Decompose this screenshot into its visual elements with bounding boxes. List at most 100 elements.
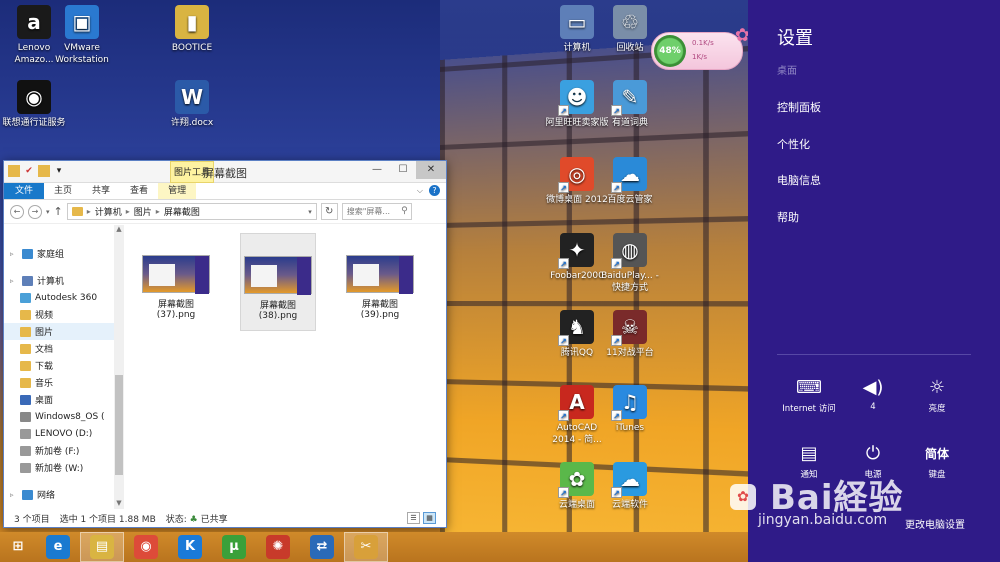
paint-icon: ✂ bbox=[354, 535, 378, 559]
maximize-button[interactable]: ☐ bbox=[390, 161, 416, 179]
desktop-icon[interactable]: ◉ 联想通行证服务 bbox=[2, 80, 66, 129]
shortcut-arrow-icon: ↗ bbox=[558, 410, 569, 421]
nav-item[interactable]: 视频 bbox=[4, 306, 124, 323]
breadcrumb-screenshots[interactable]: 屏幕截图 bbox=[164, 205, 200, 218]
close-button[interactable]: ✕ bbox=[416, 161, 446, 179]
nav-item[interactable]: 新加卷 (F:) bbox=[4, 442, 124, 459]
title-bar[interactable]: ✔ ▾ 图片工具 屏幕截图 — ☐ ✕ bbox=[4, 161, 446, 183]
volume-icon: ◀) bbox=[862, 377, 884, 398]
taskbar-button[interactable]: ✂ bbox=[344, 532, 388, 562]
desktop-icon-label: Lenovo Amazo... bbox=[14, 43, 54, 65]
tab-manage[interactable]: 管理 bbox=[158, 183, 197, 199]
desktop-icon[interactable]: ▣ VMware Workstation bbox=[50, 5, 114, 66]
scroll-thumb[interactable] bbox=[115, 375, 123, 475]
refresh-button[interactable]: ↻ bbox=[320, 203, 338, 220]
tile-internet-access[interactable]: ⌨ Internet 访问 bbox=[774, 376, 844, 414]
nav-item[interactable]: Windows8_OS ( bbox=[4, 408, 124, 425]
tile-keyboard[interactable]: 简体 键盘 bbox=[902, 442, 972, 480]
taskbar-button[interactable]: ✺ bbox=[256, 532, 300, 562]
tab-view[interactable]: 查看 bbox=[120, 183, 158, 199]
nav-item[interactable]: 文档 bbox=[4, 340, 124, 357]
navigation-pane[interactable]: ▹ 家庭组 ▹ 计算机 Autodesk 360 视频 图片 文档 下载 音乐 桌面 Windows8… bbox=[4, 225, 124, 509]
file-item-selected[interactable]: 屏幕截图 (38).png bbox=[240, 233, 316, 331]
charm-title: 设置 bbox=[777, 28, 813, 49]
link-pc-info[interactable]: 电脑信息 bbox=[777, 172, 821, 188]
address-dropdown-icon[interactable]: ▾ bbox=[308, 208, 312, 216]
nav-item[interactable]: LENOVO (D:) bbox=[4, 425, 124, 442]
file-list[interactable]: 屏幕截图 (37).png 屏幕截图 (38).png 屏幕截图 (39).pn… bbox=[124, 225, 446, 509]
link-help[interactable]: 帮助 bbox=[777, 209, 799, 225]
taskbar-button[interactable]: ▤ bbox=[80, 532, 124, 562]
nav-item[interactable]: ▹ 网络 bbox=[4, 486, 124, 503]
desktop-icon[interactable]: ▮ BOOTICE bbox=[160, 5, 224, 54]
help-icon[interactable]: ? bbox=[429, 185, 440, 196]
desktop-icon[interactable]: ♫ ↗ iTunes bbox=[598, 385, 662, 434]
nav-item[interactable]: 音乐 bbox=[4, 374, 124, 391]
taskbar-button[interactable]: ◉ bbox=[124, 532, 168, 562]
taskbar-button[interactable]: µ bbox=[212, 532, 256, 562]
tile-power[interactable]: ⏻ 电源 bbox=[838, 442, 908, 480]
desktop-icon-label: 腾讯QQ bbox=[560, 348, 594, 358]
scroll-up-icon[interactable]: ▲ bbox=[114, 225, 124, 235]
tile-notifications[interactable]: ▤ 通知 bbox=[774, 442, 844, 480]
taskbar-button[interactable]: ⊞ bbox=[0, 532, 36, 562]
desktop-icon[interactable]: W 许翔.docx bbox=[160, 80, 224, 129]
network-icon bbox=[22, 489, 33, 500]
desktop-icon[interactable]: ☁ ↗ 百度云管家 bbox=[598, 157, 662, 206]
taskbar-button[interactable]: K bbox=[168, 532, 212, 562]
nav-item[interactable]: ▹ 计算机 bbox=[4, 272, 124, 289]
file-item[interactable]: 屏幕截图 (39).png bbox=[342, 233, 418, 331]
recent-locations-icon[interactable]: ▾ bbox=[46, 208, 50, 216]
nav-item[interactable]: Autodesk 360 bbox=[4, 289, 124, 306]
details-view-button[interactable]: ☰ bbox=[407, 512, 420, 524]
desktop-icon-label: 联想通行证服务 bbox=[2, 118, 66, 128]
pictures-folder-icon bbox=[20, 326, 31, 337]
shortcut-arrow-icon: ↗ bbox=[558, 182, 569, 193]
nav-item[interactable]: ▹ 家庭组 bbox=[4, 245, 124, 262]
change-pc-settings-link[interactable]: 更改电脑设置 bbox=[905, 516, 965, 531]
documents-folder-icon bbox=[20, 343, 31, 354]
nav-scrollbar[interactable]: ▲ ▼ bbox=[114, 225, 124, 509]
address-bar[interactable]: ▸ 计算机 ▸ 图片 ▸ 屏幕截图 ▾ bbox=[66, 203, 317, 220]
autodesk-icon bbox=[20, 292, 31, 303]
search-icon: ⚲ bbox=[401, 206, 408, 216]
desktop-icon[interactable]: ☁ ↗ 云端软件 bbox=[598, 462, 662, 511]
breadcrumb-computer[interactable]: 计算机 bbox=[95, 205, 122, 218]
tab-file[interactable]: 文件 bbox=[4, 183, 45, 199]
minimize-button[interactable]: — bbox=[364, 161, 390, 179]
tab-share[interactable]: 共享 bbox=[82, 183, 120, 199]
link-control-panel[interactable]: 控制面板 bbox=[777, 99, 821, 115]
nav-item[interactable]: 下载 bbox=[4, 357, 124, 374]
scroll-down-icon[interactable]: ▼ bbox=[114, 499, 124, 509]
up-button[interactable]: ↑ bbox=[54, 205, 63, 218]
taskbar-button[interactable]: ⇄ bbox=[300, 532, 344, 562]
nav-item[interactable]: 新加卷 (W:) bbox=[4, 459, 124, 476]
forward-button[interactable]: → bbox=[28, 204, 42, 219]
word-doc-icon: W bbox=[175, 80, 209, 114]
file-explorer-window[interactable]: ✔ ▾ 图片工具 屏幕截图 — ☐ ✕ 文件 主页 共享 查看 管理 ⌵ ? ←… bbox=[3, 160, 447, 528]
desktop-icon[interactable]: ✎ ↗ 有道词典 bbox=[598, 80, 662, 129]
breadcrumb-pictures[interactable]: 图片 bbox=[134, 205, 152, 218]
taskbar-button[interactable]: e bbox=[36, 532, 80, 562]
tile-brightness[interactable]: ☼ 亮度 bbox=[902, 376, 972, 414]
navigation-bar: ← → ▾ ↑ ▸ 计算机 ▸ 图片 ▸ 屏幕截图 ▾ ↻ 搜索"屏幕... ⚲ bbox=[4, 200, 446, 224]
share-status: 状态: ♣ 已共享 bbox=[165, 514, 228, 525]
desktop-icon[interactable]: ◍ ↗ BaiduPlay... - 快捷方式 bbox=[598, 233, 662, 294]
network-speed-gadget[interactable]: 48% 0.1K/s 1K/s ✿ bbox=[651, 25, 750, 70]
nav-item-label: 新加卷 (W:) bbox=[35, 464, 84, 474]
desktop-icon-label: VMware Workstation bbox=[55, 43, 109, 65]
tab-home[interactable]: 主页 bbox=[44, 183, 82, 199]
tile-volume[interactable]: ◀) 4 bbox=[838, 376, 908, 412]
nav-item[interactable]: 图片 bbox=[4, 323, 124, 340]
cloud-software-icon: ☁ ↗ bbox=[611, 462, 647, 498]
desktop-icon-label: BOOTICE bbox=[171, 43, 213, 53]
search-input[interactable]: 搜索"屏幕... ⚲ bbox=[341, 203, 412, 220]
nav-item[interactable]: 桌面 bbox=[4, 391, 124, 408]
desktop-icon[interactable]: ☠ ↗ 11对战平台 bbox=[598, 310, 662, 359]
link-personalize[interactable]: 个性化 bbox=[777, 136, 810, 152]
back-button[interactable]: ← bbox=[10, 204, 24, 219]
expand-ribbon-icon[interactable]: ⌵ bbox=[417, 186, 423, 196]
file-item[interactable]: 屏幕截图 (37).png bbox=[138, 233, 214, 331]
large-icons-view-button[interactable]: ▦ bbox=[423, 512, 436, 524]
power-icon: ⏻ bbox=[865, 443, 881, 464]
